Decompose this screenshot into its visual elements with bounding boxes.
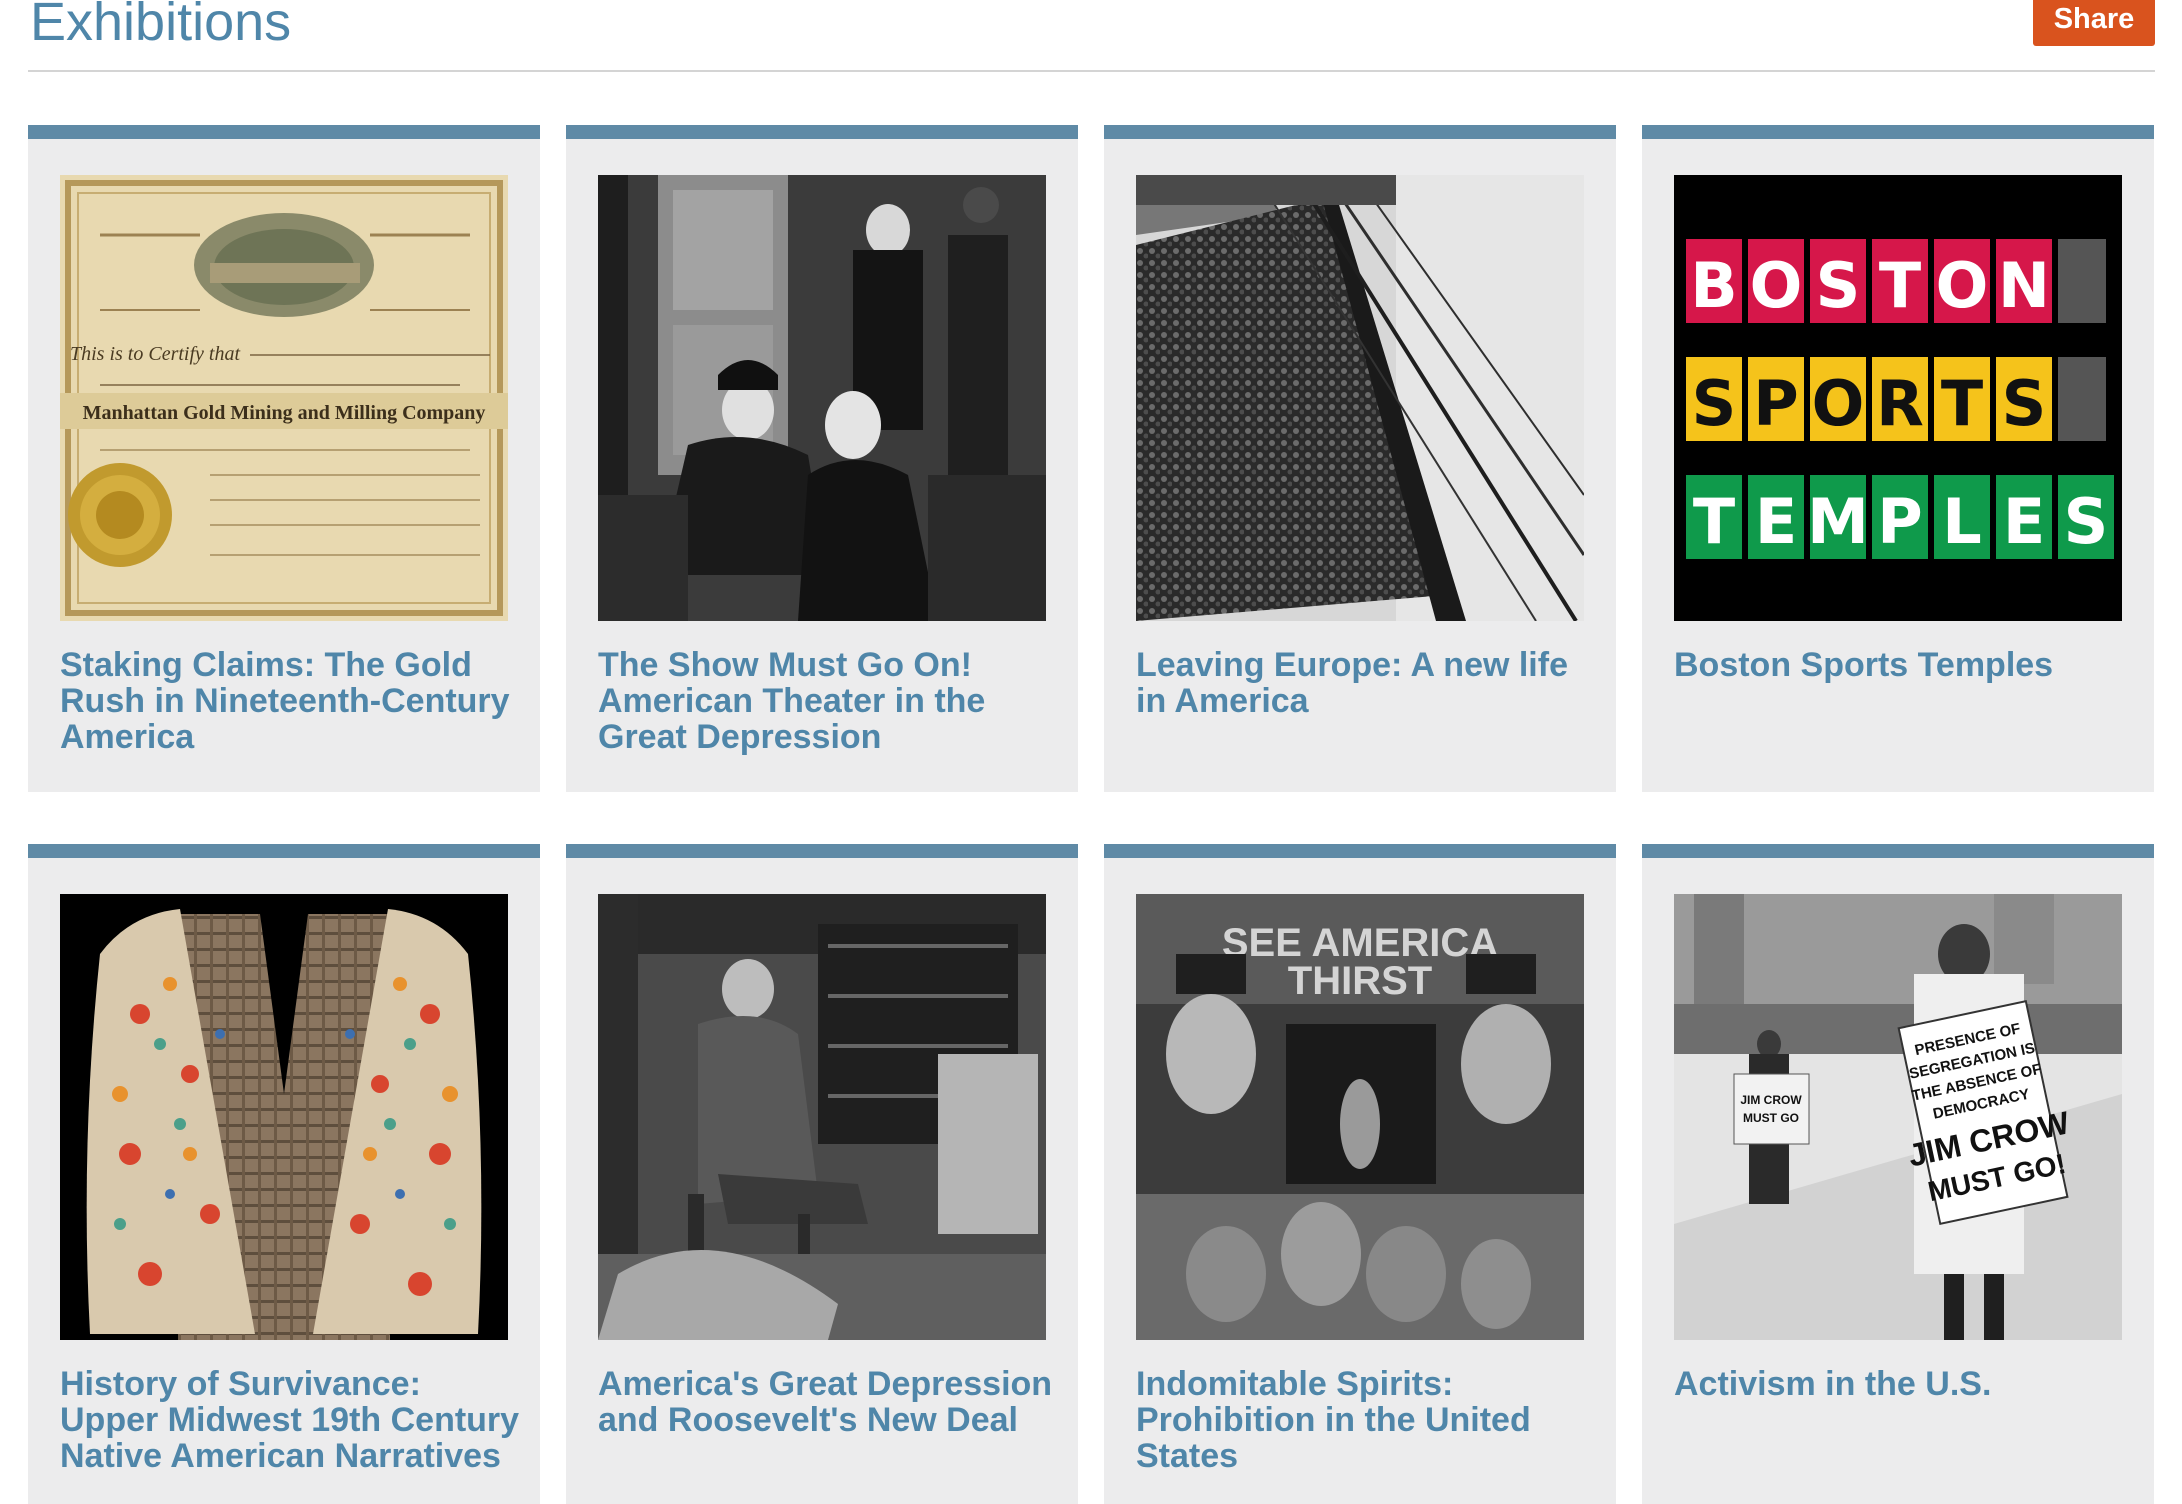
exhibition-card-history-of-survivance[interactable]: History of Survivance: Upper Midwest 19t… <box>28 844 540 1504</box>
exhibition-title[interactable]: Staking Claims: The Gold Rush in Ninetee… <box>60 647 520 755</box>
boston-sports-temples-logo-image[interactable]: BOSTON SPORTS TEMPLES <box>1674 175 2122 621</box>
jim-crow-protest-photo-image[interactable]: JIM CROW MUST GO PRESENCE OF SEGREGATION… <box>1674 894 2122 1340</box>
exhibitions-grid: This is to Certify that Manhattan Gold M… <box>28 125 2155 1504</box>
logo-letter: E <box>2003 485 2045 558</box>
logo-letter: O <box>1936 249 1989 322</box>
logo-letter: S <box>1692 367 1737 440</box>
exhibition-card-boston-sports-temples[interactable]: BOSTON SPORTS TEMPLES Boston Sports Temp… <box>1642 125 2154 792</box>
share-button[interactable]: Share <box>2033 0 2155 46</box>
page-title: Exhibitions <box>30 0 292 52</box>
exhibition-title[interactable]: America's Great Depression and Roosevelt… <box>598 1366 1058 1438</box>
logo-letter: S <box>2002 367 2047 440</box>
logo-letter: B <box>1690 249 1737 322</box>
certificate-certify-text: This is to Certify that <box>70 343 240 365</box>
certificate-company-text: Manhattan Gold Mining and Milling Compan… <box>83 402 486 424</box>
see-america-thirst-photo-image[interactable]: SEE AMERICA THIRST <box>1136 894 1584 1340</box>
gold-mining-stock-certificate-image[interactable]: This is to Certify that Manhattan Gold M… <box>60 175 508 621</box>
logo-letter: O <box>1812 367 1865 440</box>
exhibition-card-activism[interactable]: JIM CROW MUST GO PRESENCE OF SEGREGATION… <box>1642 844 2154 1504</box>
logo-blank-tile <box>2058 357 2106 441</box>
logo-letter: S <box>2064 485 2109 558</box>
exhibition-title[interactable]: The Show Must Go On! American Theater in… <box>598 647 1058 755</box>
small-sign-text: JIM CROW <box>1740 1093 1802 1107</box>
immigrant-ship-photo-image[interactable] <box>1136 175 1584 621</box>
exhibition-title[interactable]: Leaving Europe: A new life in America <box>1136 647 1596 719</box>
exhibition-card-leaving-europe[interactable]: Leaving Europe: A new life in America <box>1104 125 1616 792</box>
marquee-text-2: THIRST <box>1288 959 1432 1003</box>
beaded-vest-photo-image[interactable] <box>60 894 508 1340</box>
logo-letter: T <box>1693 485 1735 558</box>
exhibition-title[interactable]: Indomitable Spirits: Prohibition in the … <box>1136 1366 1596 1474</box>
small-sign-text-2: MUST GO <box>1743 1111 1799 1125</box>
exhibition-title[interactable]: Activism in the U.S. <box>1674 1366 2134 1402</box>
exhibition-title[interactable]: History of Survivance: Upper Midwest 19t… <box>60 1366 520 1474</box>
exhibition-card-gold-rush[interactable]: This is to Certify that Manhattan Gold M… <box>28 125 540 792</box>
logo-letter: L <box>1942 485 1982 558</box>
page-header: Exhibitions Share <box>28 0 2155 72</box>
exhibition-card-show-must-go-on[interactable]: The Show Must Go On! American Theater in… <box>566 125 1078 792</box>
exhibition-card-indomitable-spirits[interactable]: SEE AMERICA THIRST Indomitable Spirits: … <box>1104 844 1616 1504</box>
roosevelt-fireside-photo-image[interactable] <box>598 894 1046 1340</box>
exhibition-card-great-depression-new-deal[interactable]: America's Great Depression and Roosevelt… <box>566 844 1078 1504</box>
logo-letter: S <box>1816 249 1861 322</box>
logo-blank-tile <box>2058 239 2106 323</box>
logo-letter: N <box>1998 249 2050 322</box>
logo-letter: M <box>1807 485 1869 558</box>
logo-letter: P <box>1877 485 1922 558</box>
exhibitions-page: Exhibitions Share This is to Certify tha… <box>0 0 2182 1504</box>
logo-letter: R <box>1876 367 1924 440</box>
logo-letter: T <box>1941 367 1983 440</box>
logo-letter: O <box>1750 249 1803 322</box>
logo-letter: E <box>1755 485 1797 558</box>
logo-letter: T <box>1879 249 1921 322</box>
logo-letter: P <box>1753 367 1798 440</box>
theater-portrait-photo-image[interactable] <box>598 175 1046 621</box>
exhibition-title[interactable]: Boston Sports Temples <box>1674 647 2134 683</box>
